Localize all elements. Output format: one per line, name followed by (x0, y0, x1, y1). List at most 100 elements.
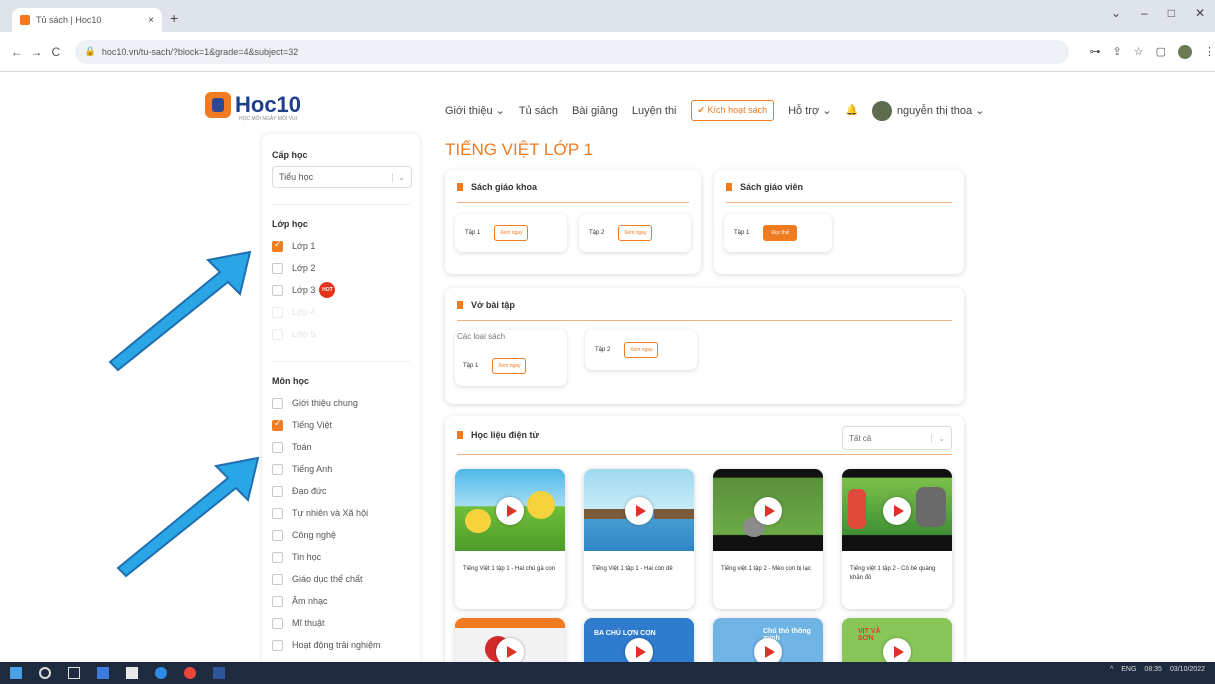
video-card[interactable]: Chú thỏ thông minh (713, 618, 823, 668)
user-menu[interactable]: nguyễn thị thoa ⌄ (871, 100, 984, 121)
video-card[interactable]: Tiếng Việt 1 tập 1 - Hai chú gà con (455, 469, 565, 609)
tab-search-icon[interactable]: ⌄ (1111, 6, 1121, 20)
nav-luyen-thi[interactable]: Luyện thi (632, 105, 677, 117)
checkbox[interactable] (272, 573, 283, 585)
filter-select[interactable]: Tất cả ⌄ (842, 426, 952, 450)
close-tab-icon[interactable]: × (148, 15, 154, 26)
bell-icon[interactable]: 🔔 (845, 105, 857, 116)
video-card[interactable]: BA CHÚ LỢN CON (584, 618, 694, 668)
video-caption: BA CHÚ LỢN CON (594, 630, 656, 637)
subject-option[interactable]: Công nghệ (272, 524, 410, 546)
checkbox[interactable] (272, 418, 283, 431)
subject-label: Âm nhạc (292, 596, 328, 606)
key-icon[interactable]: ⊶ (1089, 45, 1100, 58)
read-trial-button[interactable]: Đọc thử (763, 225, 798, 241)
sidepanel-icon[interactable]: ▢ (1156, 45, 1166, 58)
subject-option[interactable]: Tin học (272, 546, 410, 568)
word-icon[interactable] (213, 667, 225, 679)
view-now-button[interactable]: Xem ngay (494, 225, 529, 241)
store-icon[interactable] (126, 667, 138, 679)
checkbox[interactable] (272, 485, 283, 497)
subject-label: Đạo đức (292, 486, 327, 496)
view-now-button[interactable]: Xem ngay (624, 342, 659, 358)
subject-option[interactable]: Giới thiệu chung (272, 392, 410, 414)
subject-option[interactable]: Đạo đức (272, 480, 410, 502)
view-now-button[interactable]: Xem ngay (492, 358, 527, 374)
reload-button[interactable]: C (47, 45, 65, 59)
level-select[interactable]: Tiểu học ⌄ (272, 166, 412, 188)
forward-button[interactable]: → (28, 45, 46, 59)
language-indicator[interactable]: ENG (1121, 666, 1136, 673)
subject-option[interactable]: Tiếng Anh (272, 458, 410, 480)
play-icon[interactable] (883, 497, 911, 525)
class-option-1[interactable]: Lớp 1 (272, 235, 410, 257)
vbt-card: Vở bài tập Các loại sách Tập 1 Xem ngay … (445, 288, 964, 404)
checkbox[interactable] (272, 262, 283, 274)
checkbox[interactable] (272, 551, 283, 563)
nav-gioi-thieu[interactable]: Giới thiệu ⌄ (445, 104, 505, 117)
play-icon[interactable] (625, 497, 653, 525)
video-card[interactable]: VỊT VÀ SƠN (842, 618, 952, 668)
chevron-down-icon: ⌄ (392, 172, 405, 182)
windows-start-icon[interactable] (10, 667, 22, 679)
video-card[interactable]: Tiếng việt 1 tập 2 - Cô bé quàng khăn đỏ (842, 469, 952, 609)
nav-ho-tro[interactable]: Hỗ trợ ⌄ (788, 104, 831, 117)
share-icon[interactable]: ⇪ (1112, 45, 1121, 58)
video-card[interactable]: Tiếng việt 1 tập 2 - Mèo con bị lạc (713, 469, 823, 609)
sgk-card: Sách giáo khoa Tập 1 Xem ngay Tập 2 Xem … (445, 170, 701, 274)
class-option-2[interactable]: Lớp 2 (272, 257, 410, 279)
subject-option[interactable]: Mĩ thuật (272, 612, 410, 634)
logo[interactable]: Hoc10 HỌC MỖI NGÀY MỖI VUI (205, 92, 301, 122)
class-option-3[interactable]: Lớp 3 HOT (272, 279, 410, 301)
nav-bai-giang[interactable]: Bài giảng (572, 105, 618, 117)
checkbox[interactable] (272, 239, 283, 252)
subject-option[interactable]: Hoạt động trải nghiệm (272, 634, 410, 656)
browser-tab[interactable]: Tủ sách | Hoc10 × (12, 8, 162, 32)
play-icon[interactable] (496, 497, 524, 525)
clock-date[interactable]: 03/10/2022 (1170, 666, 1205, 673)
checkbox[interactable] (272, 639, 283, 651)
annotation-arrow-icon (116, 456, 260, 578)
class-label: Lớp 1 (292, 241, 316, 251)
video-card[interactable] (455, 618, 565, 668)
chrome-icon[interactable] (184, 667, 196, 679)
back-button[interactable]: ← (8, 45, 26, 59)
subject-option[interactable]: Âm nhạc (272, 590, 410, 612)
bookmark-star-icon[interactable]: ☆ (1134, 45, 1144, 58)
explorer-icon[interactable] (97, 667, 109, 679)
checkbox[interactable] (272, 617, 283, 629)
task-view-icon[interactable] (68, 667, 80, 679)
nav-tu-sach[interactable]: Tủ sách (519, 105, 558, 117)
search-icon[interactable] (39, 667, 51, 679)
subject-option[interactable]: Toán (272, 436, 410, 458)
close-window-button[interactable]: ✕ (1195, 6, 1205, 20)
checkbox[interactable] (272, 441, 283, 453)
checkbox[interactable] (272, 463, 283, 475)
new-tab-button[interactable]: + (170, 10, 178, 26)
subject-option[interactable]: Tiếng Việt (272, 414, 410, 436)
checkbox[interactable] (272, 595, 283, 607)
card-title: Sách giáo khoa (471, 182, 538, 192)
clock-time[interactable]: 08:35 (1144, 666, 1162, 673)
maximize-button[interactable]: □ (1168, 6, 1175, 20)
profile-avatar[interactable] (1177, 44, 1192, 59)
edge-icon[interactable] (155, 667, 167, 679)
checkbox[interactable] (272, 284, 283, 296)
volume-label: Tập 1 (463, 363, 479, 369)
taskbar: ^ ENG 08:35 03/10/2022 (0, 662, 1215, 684)
menu-icon[interactable]: ⋮ (1204, 45, 1215, 58)
url-field[interactable]: 🔒 hoc10.vn/tu-sach/?block=1&grade=4&subj… (74, 39, 1070, 64)
broken-image: Các loại sách (457, 332, 506, 341)
view-now-button[interactable]: Xem ngay (618, 225, 653, 241)
divider (457, 454, 952, 455)
video-card[interactable]: Tiếng Việt 1 tập 1 - Hai con dê (584, 469, 694, 609)
play-icon[interactable] (754, 497, 782, 525)
subject-option[interactable]: Tự nhiên và Xã hội (272, 502, 410, 524)
minimize-button[interactable]: – (1141, 6, 1148, 20)
checkbox[interactable] (272, 529, 283, 541)
checkbox[interactable] (272, 397, 283, 409)
subject-option[interactable]: Giáo dục thể chất (272, 568, 410, 590)
activate-book-button[interactable]: ✔ Kích hoạt sách (690, 100, 775, 121)
checkbox[interactable] (272, 507, 283, 519)
tray-chevron-icon[interactable]: ^ (1110, 666, 1113, 673)
